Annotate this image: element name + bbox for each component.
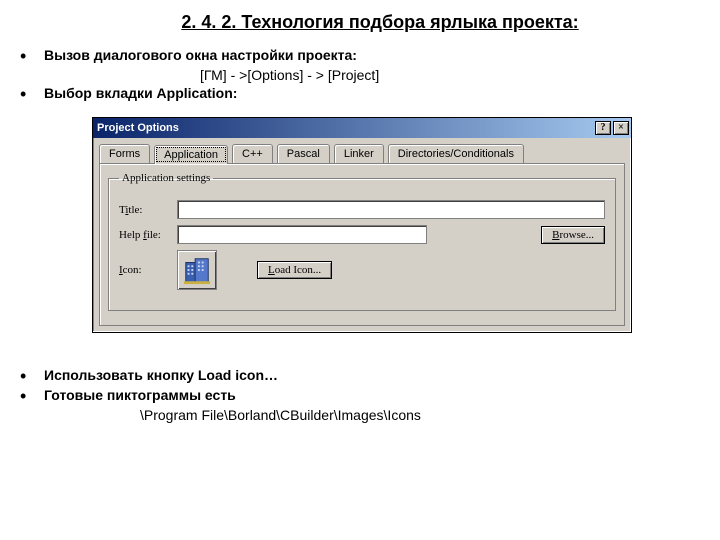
bullet-4-path: \Program File\Borland\CBuilder\Images\Ic… xyxy=(140,407,700,423)
tab-directories[interactable]: Directories/Conditionals xyxy=(388,144,524,163)
building-icon xyxy=(182,255,212,285)
application-settings-group: Application settings Title: Help file: B… xyxy=(108,172,616,311)
icon-label: Icon: xyxy=(119,264,169,276)
tab-forms[interactable]: Forms xyxy=(99,144,150,163)
tab-cpp[interactable]: C++ xyxy=(232,144,273,163)
helpfile-label: Help file: xyxy=(119,229,169,241)
title-input[interactable] xyxy=(177,200,605,219)
group-legend: Application settings xyxy=(119,172,213,184)
bullet-1: Вызов диалогового окна настройки проекта… xyxy=(44,47,700,65)
browse-button[interactable]: Browse... xyxy=(541,226,605,244)
tab-strip: Forms Application C++ Pascal Linker Dire… xyxy=(93,138,631,163)
bullet-3: Использовать кнопку Load icon… xyxy=(44,367,700,385)
bullet-dot: • xyxy=(20,367,44,385)
project-options-dialog: Project Options ? × Forms Application C+… xyxy=(92,117,632,333)
titlebar: Project Options ? × xyxy=(93,118,631,138)
bullet-2: Выбор вкладки Application: xyxy=(44,85,700,103)
bullet-4: Готовые пиктограммы есть xyxy=(44,387,700,405)
titlebar-text: Project Options xyxy=(97,122,593,134)
bullet-dot: • xyxy=(20,387,44,405)
tab-application[interactable]: Application xyxy=(154,145,228,164)
title-label: Title: xyxy=(119,204,169,216)
tab-pascal[interactable]: Pascal xyxy=(277,144,330,163)
tab-pane: Application settings Title: Help file: B… xyxy=(99,163,625,326)
bullet-1-path: [ГМ] - >[Options] - > [Project] xyxy=(200,67,700,83)
section-heading: 2. 4. 2. Технология подбора ярлыка проек… xyxy=(60,12,700,33)
app-icon-preview xyxy=(177,250,217,290)
load-icon-button[interactable]: Load Icon... xyxy=(257,261,332,279)
bullet-dot: • xyxy=(20,47,44,65)
close-button[interactable]: × xyxy=(613,121,629,135)
helpfile-input[interactable] xyxy=(177,225,427,244)
help-button[interactable]: ? xyxy=(595,121,611,135)
tab-linker[interactable]: Linker xyxy=(334,144,384,163)
bullet-dot: • xyxy=(20,85,44,103)
